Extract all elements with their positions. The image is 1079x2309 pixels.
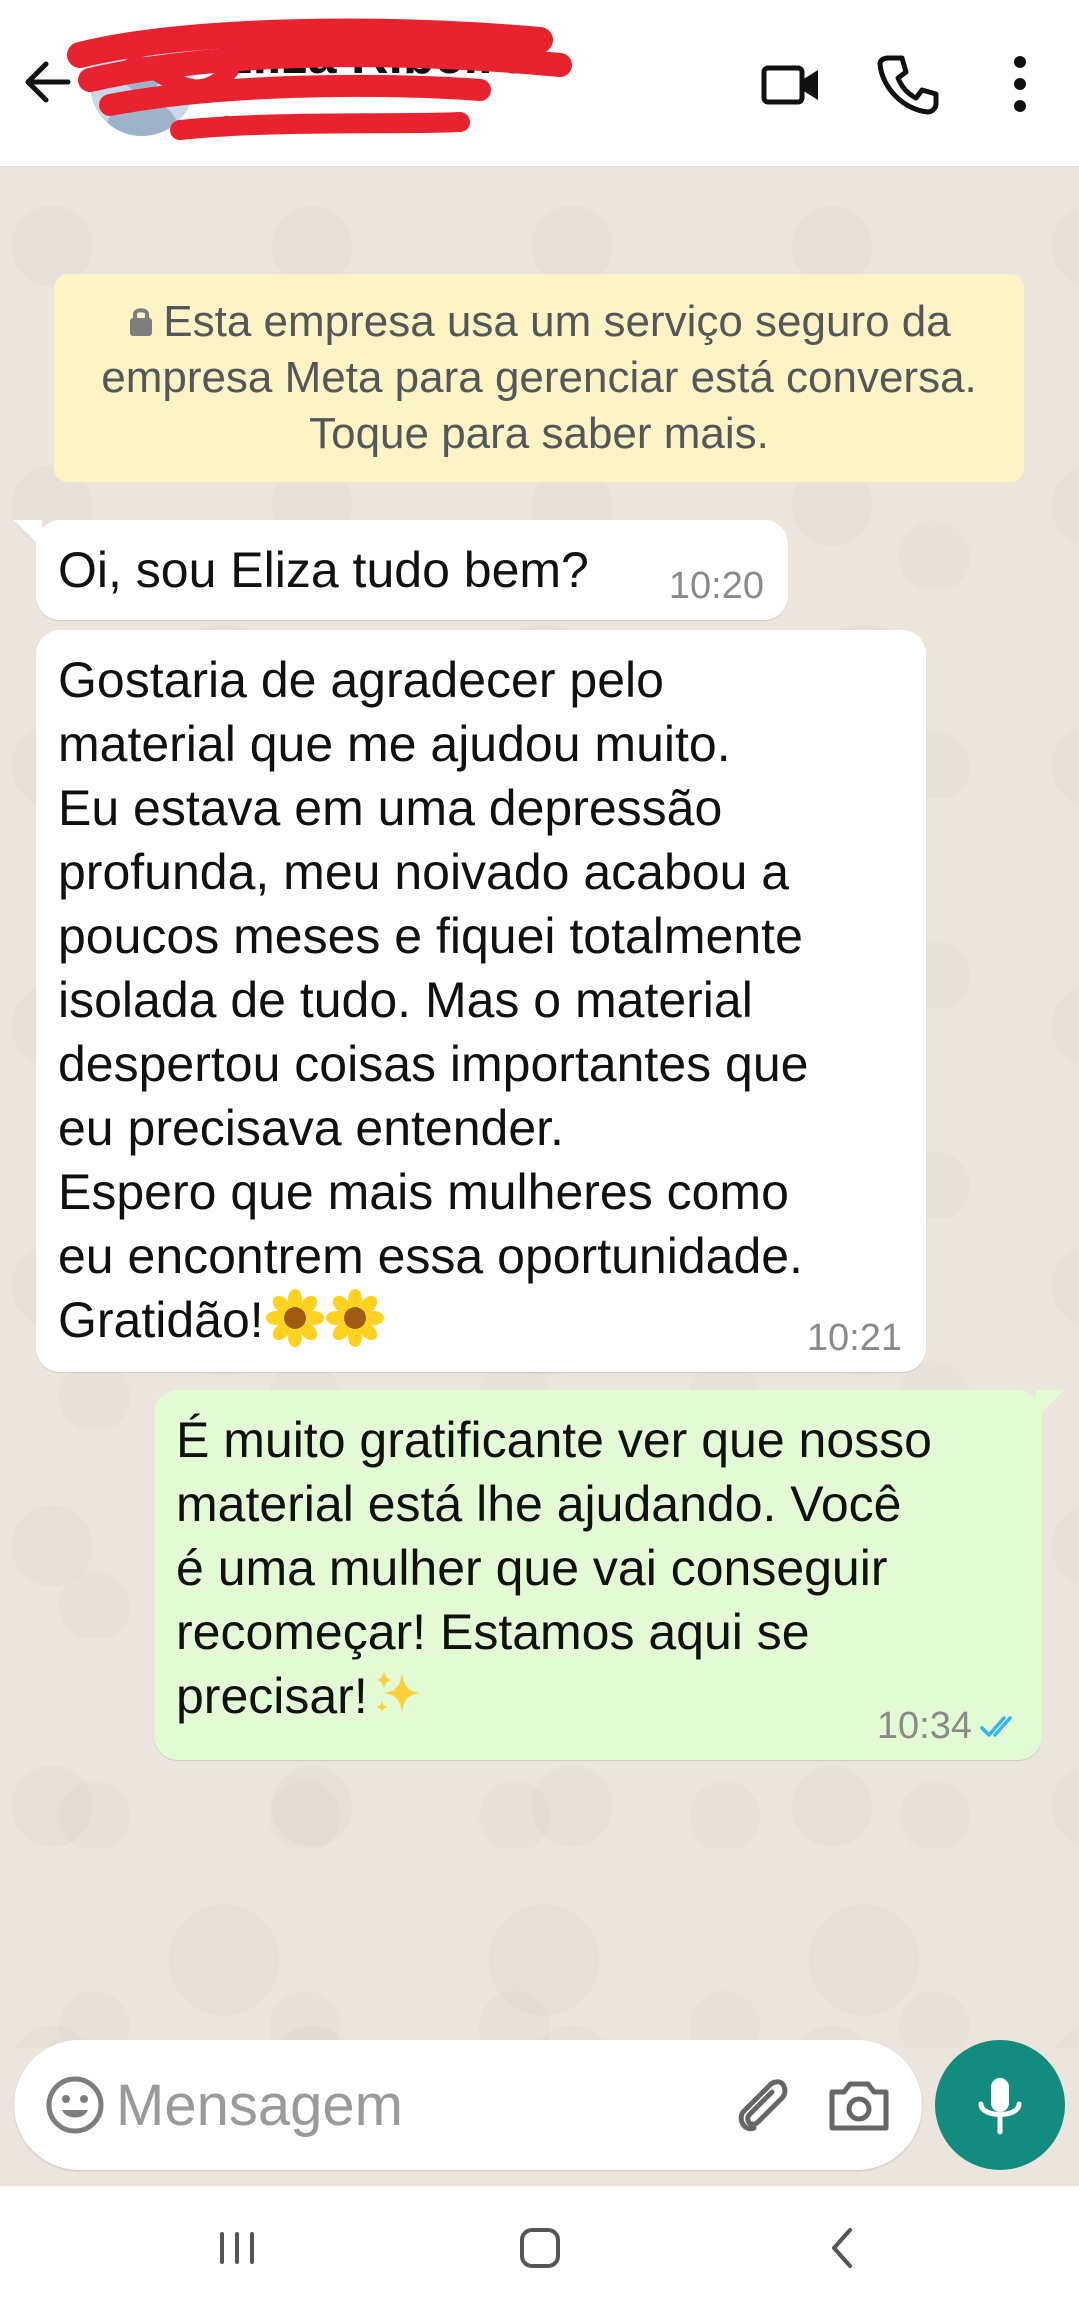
avatar[interactable]: [90, 32, 194, 136]
message-text: poucos meses e fiquei totalmente: [58, 908, 803, 964]
sunflower-emoji-icon: [265, 1289, 324, 1347]
message-time: 10:21: [806, 1317, 902, 1359]
message-outgoing[interactable]: É muito gratificante ver que nosso mater…: [154, 1390, 1064, 1760]
message-text: profunda, meu noivado acabou a: [58, 844, 790, 900]
recent-apps-icon[interactable]: [202, 2218, 272, 2278]
notice-text-1: Esta empresa usa um serviço seguro da: [163, 297, 951, 346]
nav-back-icon[interactable]: [808, 2218, 878, 2278]
contact-status: on: [218, 104, 254, 140]
lock-icon: [130, 308, 153, 336]
message-text: recomeçar! Estamos aqui se: [176, 1604, 810, 1660]
message-text: material está lhe ajudando. Você: [176, 1476, 902, 1532]
message-time: 10:34: [876, 1705, 972, 1747]
system-navigation-bar: [0, 2186, 1079, 2309]
message-incoming[interactable]: Oi, sou Eliza tudo bem? 10:20: [14, 520, 788, 620]
message-composer: [14, 2040, 922, 2170]
message-text: É muito gratificante ver que nosso: [176, 1412, 932, 1468]
message-text: Eu estava em uma depressão: [58, 780, 723, 836]
attach-icon[interactable]: [726, 2070, 796, 2140]
message-time: 10:20: [668, 565, 764, 607]
message-text-last: Gratidão!: [58, 1288, 906, 1352]
encryption-notice[interactable]: Esta empresa usa um serviço seguro da em…: [54, 274, 1024, 482]
more-vert-icon[interactable]: [990, 50, 1050, 118]
message-text: Gratidão!: [58, 1292, 264, 1348]
message-text: Oi, sou Eliza tudo bem?: [58, 542, 589, 598]
chat-header: Eliza Ribeiro on: [0, 0, 1079, 167]
message-text: Gostaria de agradecer pelo: [58, 652, 664, 708]
notice-line-1: Esta empresa usa um serviço seguro da: [54, 294, 1024, 350]
message-input[interactable]: [116, 2060, 696, 2150]
phone-icon[interactable]: [874, 50, 942, 118]
message-incoming[interactable]: Gostaria de agradecer pelo material que …: [36, 630, 926, 1372]
message-text: eu encontrem essa oportunidade.: [58, 1228, 803, 1284]
mic-icon: [978, 2078, 1022, 2135]
sparkles-emoji-icon: [375, 1671, 420, 1713]
back-arrow-icon[interactable]: [18, 52, 78, 112]
message-text: precisar!: [176, 1668, 368, 1724]
camera-icon[interactable]: [826, 2074, 892, 2136]
emoji-icon[interactable]: [44, 2074, 106, 2136]
home-icon[interactable]: [505, 2218, 575, 2278]
chat-area[interactable]: Esta empresa usa um serviço seguro da em…: [0, 168, 1079, 2048]
message-text: material que me ajudou muito.: [58, 716, 731, 772]
read-ticks-icon: [980, 1716, 1012, 1737]
mic-button[interactable]: [935, 2040, 1065, 2170]
message-text: Espero que mais mulheres como: [58, 1164, 789, 1220]
message-text: é uma mulher que vai conseguir: [176, 1540, 888, 1596]
message-text: eu precisava entender.: [58, 1100, 564, 1156]
video-call-icon[interactable]: [758, 50, 826, 118]
message-text: despertou coisas importantes que: [58, 1036, 809, 1092]
notice-text-2: empresa Meta para gerenciar está convers…: [101, 353, 977, 402]
sunflower-emoji-icon: [325, 1289, 384, 1347]
notice-text-3: Toque para saber mais.: [309, 409, 769, 458]
message-text: isolada de tudo. Mas o material: [58, 972, 753, 1028]
contact-name[interactable]: Eliza Ribeiro: [218, 26, 530, 86]
